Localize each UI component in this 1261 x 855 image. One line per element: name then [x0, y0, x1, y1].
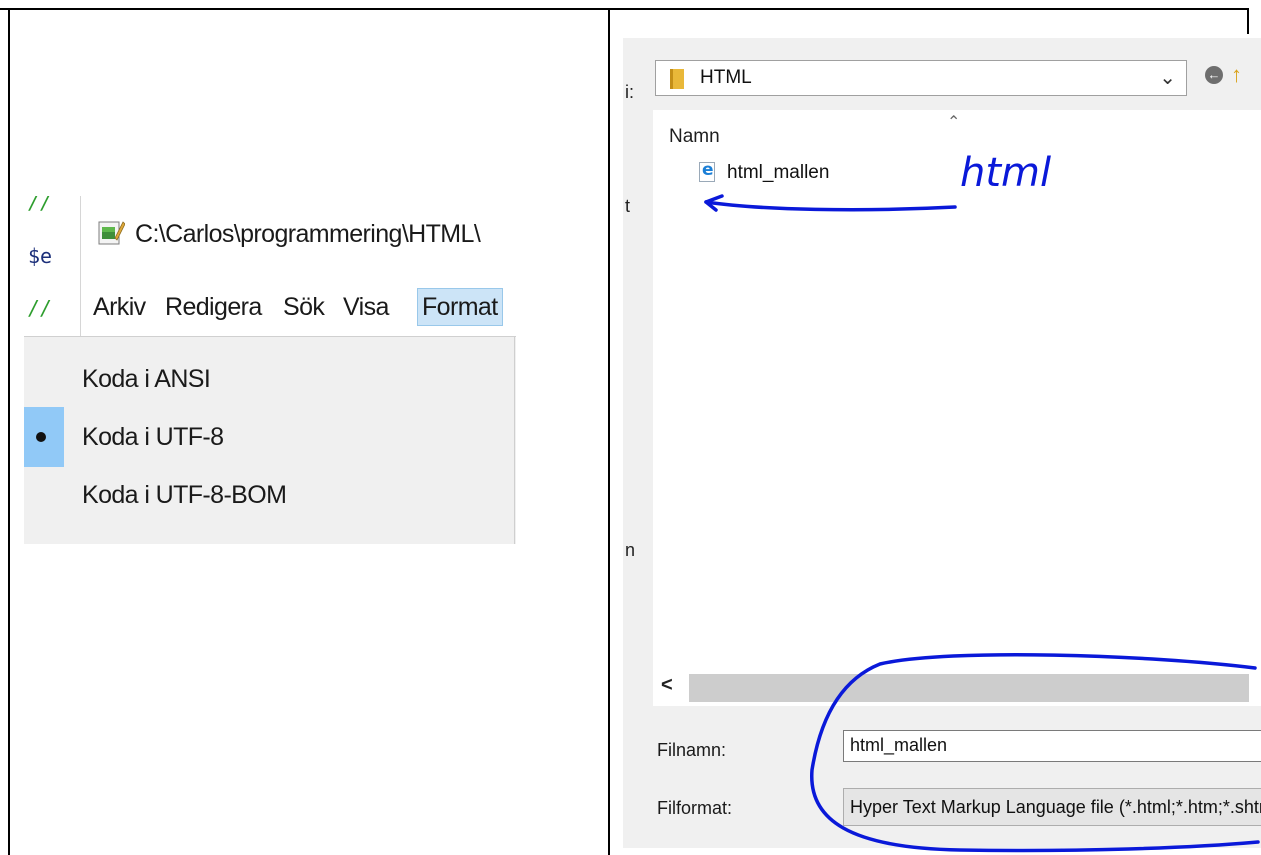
chevron-down-icon[interactable]: ⌄ — [1159, 65, 1176, 90]
folder-icon — [670, 69, 684, 89]
file-item[interactable]: e html_mallen — [699, 160, 859, 186]
up-folder-icon[interactable]: ↑ — [1231, 62, 1242, 88]
back-arrow-icon[interactable]: ← — [1205, 66, 1223, 84]
menu-visa[interactable]: Visa — [339, 288, 393, 326]
format-dropdown-menu: Koda i ANSI Koda i UTF-8 Koda i UTF-8-BO… — [24, 336, 516, 544]
file-name: html_mallen — [727, 162, 830, 183]
scroll-left-arrow-icon[interactable]: < — [661, 674, 673, 697]
menu-redigera[interactable]: Redigera — [161, 288, 266, 326]
menu-item-koda-utf8-bom[interactable]: Koda i UTF-8-BOM — [82, 481, 287, 510]
dropdown-edge — [514, 336, 515, 544]
notepad-window: C:\Carlos\programmering\HTML\ Arkiv Redi… — [80, 196, 516, 336]
column-header-name[interactable]: Namn — [669, 126, 720, 148]
filename-label: Filnamn: — [657, 740, 727, 760]
cropped-label-fragment: n — [625, 540, 636, 560]
filetype-value: Hyper Text Markup Language file (*.html;… — [850, 797, 1261, 817]
save-dialog-screenshot: i: t n HTML ⌄ ← ↑ ⌃ Namn e html_mallen <… — [623, 38, 1261, 848]
folder-location-combo[interactable]: HTML ⌄ — [655, 60, 1187, 96]
radio-bullet-icon — [36, 432, 46, 442]
menu-sok[interactable]: Sök — [279, 288, 328, 326]
code-variable-line: $e — [28, 244, 53, 268]
code-comment-line: // — [28, 296, 53, 320]
code-editor-strip: // $e // — [24, 196, 80, 336]
menu-item-koda-utf8[interactable]: Koda i UTF-8 — [82, 423, 224, 452]
menu-format[interactable]: Format — [417, 288, 503, 326]
notepad-app-icon — [98, 221, 125, 245]
internet-explorer-html-icon: e — [699, 160, 715, 182]
menu-bar: Arkiv Redigera Sök Visa Format — [81, 278, 516, 336]
frame-left-line — [8, 8, 10, 855]
frame-divider-line — [608, 8, 610, 855]
filetype-label: Filformat: — [657, 798, 733, 818]
sort-caret-icon: ⌃ — [947, 114, 961, 131]
filename-input[interactable]: html_mallen — [843, 730, 1261, 762]
filetype-select[interactable]: Hyper Text Markup Language file (*.html;… — [843, 788, 1261, 826]
cropped-label-fragment: t — [625, 196, 631, 216]
file-list-pane: ⌃ Namn e html_mallen — [653, 110, 1261, 670]
filename-value: html_mallen — [850, 735, 948, 755]
menu-item-koda-ansi[interactable]: Koda i ANSI — [82, 365, 211, 394]
horizontal-scrollbar[interactable]: < — [653, 670, 1261, 706]
cropped-label-fragment: i: — [625, 82, 634, 102]
window-title: C:\Carlos\programmering\HTML\ — [135, 220, 481, 248]
notepad-screenshot: // $e // C:\Carlos\programmering\HTML\ A… — [24, 196, 516, 544]
frame-top-line — [0, 8, 1248, 10]
folder-name: HTML — [700, 67, 752, 88]
code-comment-line: // — [28, 196, 53, 214]
frame-right-tick — [1247, 8, 1249, 34]
scrollbar-thumb[interactable] — [689, 674, 1249, 702]
menu-arkiv[interactable]: Arkiv — [89, 288, 150, 326]
